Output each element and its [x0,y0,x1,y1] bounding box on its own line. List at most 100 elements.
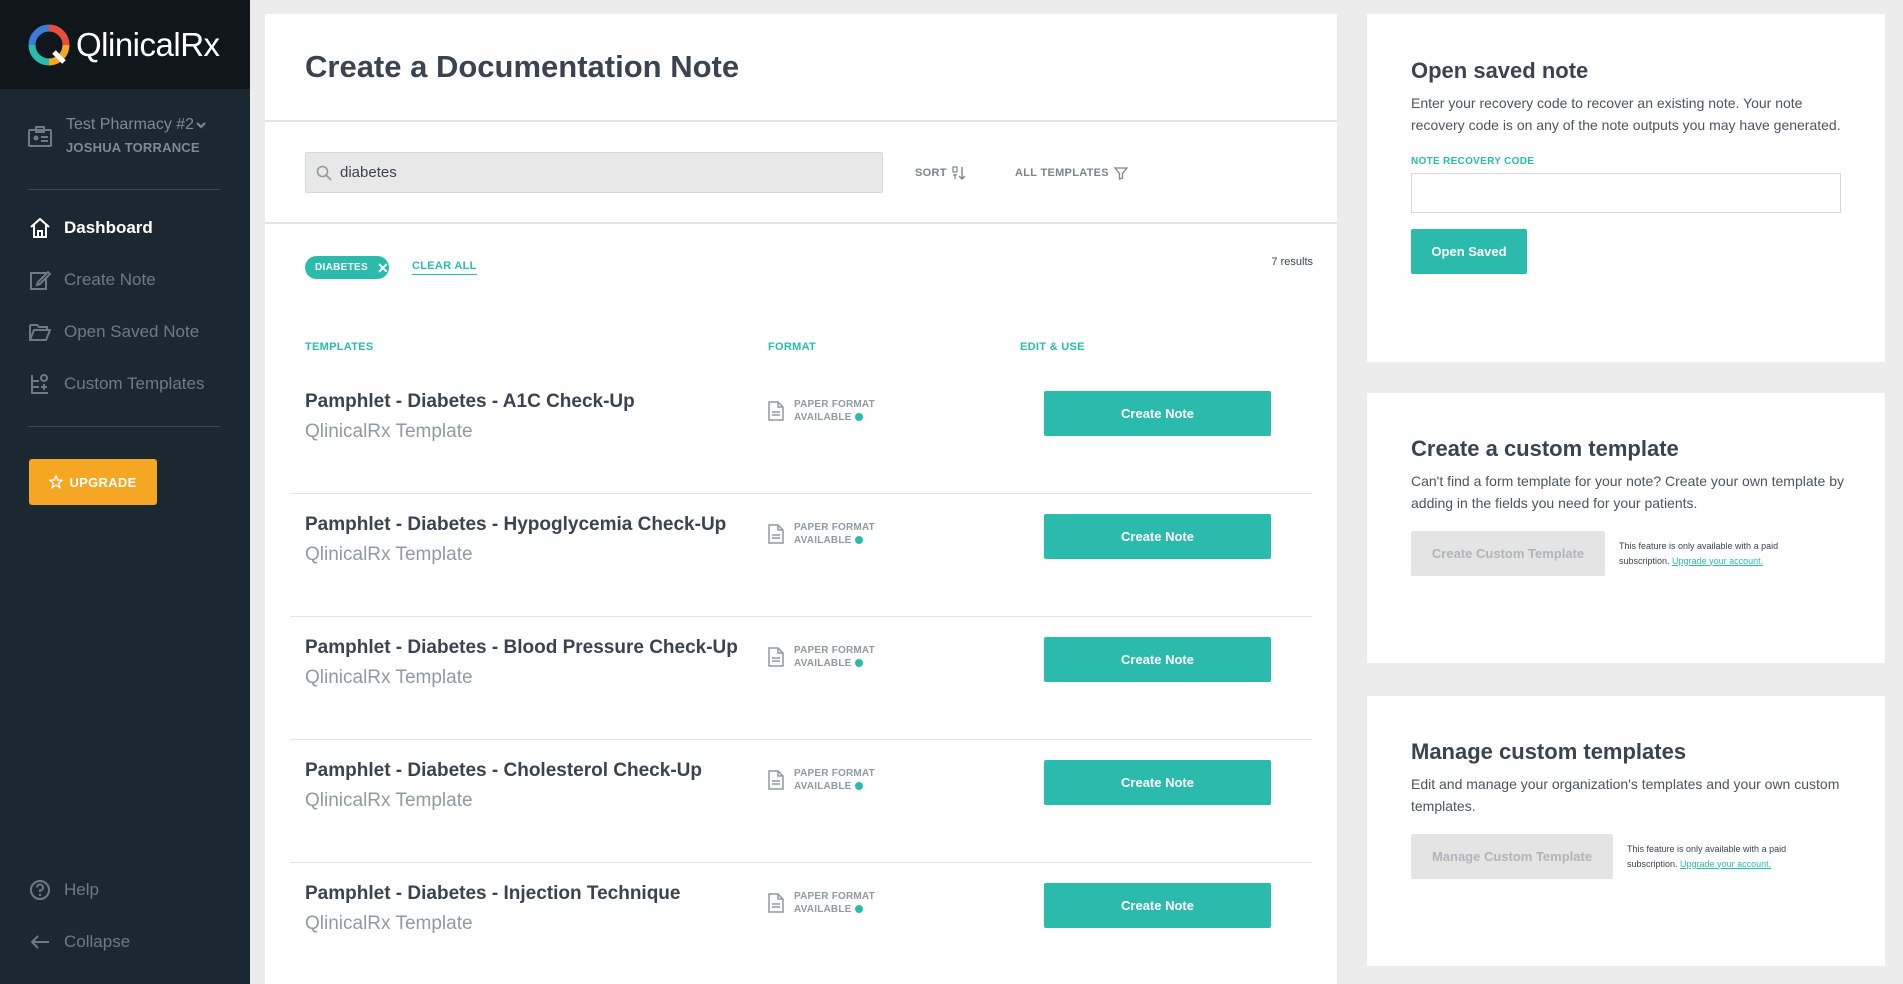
help-icon [28,878,52,902]
sidebar-divider [28,426,220,427]
info-icon[interactable] [854,413,863,422]
document-icon [768,647,784,667]
recovery-code-input[interactable] [1411,173,1841,213]
create-note-button[interactable]: Create Note [1044,514,1271,559]
template-source: QlinicalRx Template [305,544,473,565]
nav-label: Collapse [64,932,131,951]
card-description: Edit and manage your organization's temp… [1411,776,1840,814]
chevron-down-icon [196,122,206,129]
sidebar: QlinicalRx Test Pharmacy #2 JOSHUA TORRA… [0,0,250,984]
create-note-button[interactable]: Create Note [1044,391,1271,436]
format-line: AVAILABLE [794,904,852,915]
filter-button[interactable]: ALL TEMPLATES [1015,166,1128,180]
edit-icon [28,268,52,292]
nav-custom-templates[interactable]: Custom Templates [28,369,204,399]
folder-open-icon [28,320,52,344]
format-line: PAPER FORMAT [794,891,875,902]
paid-feature-note: This feature is only available with a pa… [1619,539,1799,569]
search-value: diabetes [340,164,397,181]
star-icon [49,475,64,489]
info-icon[interactable] [854,536,863,545]
document-icon [768,893,784,913]
page-title: Create a Documentation Note [305,49,740,84]
format-line: PAPER FORMAT [794,399,875,410]
document-icon [768,401,784,421]
nav-dashboard[interactable]: Dashboard [28,213,153,243]
search-input[interactable]: diabetes [305,152,883,193]
org-user: JOSHUA TORRANCE [66,140,200,155]
org-name: Test Pharmacy #2 [66,116,195,133]
info-icon[interactable] [854,782,863,791]
sort-label: SORT [915,167,947,179]
info-icon[interactable] [854,905,863,914]
nav-help[interactable]: Help [28,875,99,905]
org-switcher[interactable]: Test Pharmacy #2 JOSHUA TORRANCE [28,116,220,155]
filter-icon [1113,167,1128,180]
format-line: AVAILABLE [794,658,852,669]
nav-label: Dashboard [64,218,153,237]
upgrade-account-link[interactable]: Upgrade your account. [1672,556,1763,566]
create-custom-template-button[interactable]: Create Custom Template [1411,531,1605,576]
home-icon [28,216,52,240]
template-row: Pamphlet - Diabetes - A1C Check-Up Qlinic… [290,371,1312,494]
format-line: AVAILABLE [794,535,852,546]
custom-template-card: Create a custom template Can't find a fo… [1367,393,1885,663]
template-title[interactable]: Pamphlet - Diabetes - A1C Check-Up [305,391,635,413]
open-saved-button[interactable]: Open Saved [1411,229,1527,274]
custom-templates-icon [28,372,52,396]
upgrade-label: UPGRADE [69,474,137,490]
template-row: Pamphlet - Diabetes - Hypoglycemia Check… [290,494,1312,617]
open-saved-card: Open saved note Enter your recovery code… [1367,14,1885,362]
column-header-edit: EDIT & USE [1020,341,1085,353]
paid-feature-note: This feature is only available with a pa… [1627,842,1807,872]
nav-label: Help [64,880,99,899]
create-note-button[interactable]: Create Note [1044,883,1271,928]
template-source: QlinicalRx Template [305,667,473,688]
filter-label: ALL TEMPLATES [1015,167,1109,179]
main-header: Create a Documentation Note [265,14,1337,122]
card-description: Can't find a form template for your note… [1411,473,1845,511]
main-panel: Create a Documentation Note diabetes SOR… [265,14,1337,984]
template-source: QlinicalRx Template [305,790,473,811]
template-row: Pamphlet - Diabetes - Injection Techniqu… [290,863,1312,984]
format-info: PAPER FORMAT AVAILABLE [768,398,875,424]
arrow-left-icon [28,930,52,954]
document-icon [768,770,784,790]
id-card-icon [28,126,52,147]
create-note-button[interactable]: Create Note [1044,637,1271,682]
template-title[interactable]: Pamphlet - Diabetes - Hypoglycemia Check… [305,514,726,536]
template-source: QlinicalRx Template [305,913,473,934]
sort-icon [952,166,966,180]
filter-chip-diabetes[interactable]: DIABETES ✕ [305,256,389,279]
format-line: PAPER FORMAT [794,768,875,779]
card-title: Manage custom templates [1411,739,1687,764]
nav-label: Open Saved Note [64,322,200,341]
clear-all-link[interactable]: CLEAR ALL [412,260,477,275]
column-header-templates: TEMPLATES [305,341,374,353]
template-title[interactable]: Pamphlet - Diabetes - Cholesterol Check-… [305,760,702,782]
nav-create-note[interactable]: Create Note [28,265,156,295]
upgrade-account-link[interactable]: Upgrade your account. [1680,859,1771,869]
format-line: AVAILABLE [794,412,852,423]
template-row: Pamphlet - Diabetes - Cholesterol Check-… [290,740,1312,863]
card-title: Create a custom template [1411,436,1679,461]
manage-custom-template-button[interactable]: Manage Custom Template [1411,834,1613,879]
sort-button[interactable]: SORT [915,166,966,180]
upgrade-button[interactable]: UPGRADE [29,459,157,505]
template-title[interactable]: Pamphlet - Diabetes - Injection Techniqu… [305,883,680,905]
format-line: PAPER FORMAT [794,645,875,656]
sidebar-divider [28,189,220,190]
info-icon[interactable] [854,659,863,668]
format-info: PAPER FORMAT AVAILABLE [768,644,875,670]
nav-open-saved-note[interactable]: Open Saved Note [28,317,199,347]
brand-name: QlinicalRx [76,25,220,63]
template-title[interactable]: Pamphlet - Diabetes - Blood Pressure Che… [305,637,738,659]
nav-collapse[interactable]: Collapse [28,927,130,957]
create-note-button[interactable]: Create Note [1044,760,1271,805]
close-icon[interactable]: ✕ [377,261,389,275]
card-description: Enter your recovery code to recover an e… [1411,95,1841,133]
nav-label: Create Note [64,270,156,289]
logo[interactable]: QlinicalRx [0,0,250,89]
format-info: PAPER FORMAT AVAILABLE [768,767,875,793]
recovery-code-label: NOTE RECOVERY CODE [1411,156,1535,167]
